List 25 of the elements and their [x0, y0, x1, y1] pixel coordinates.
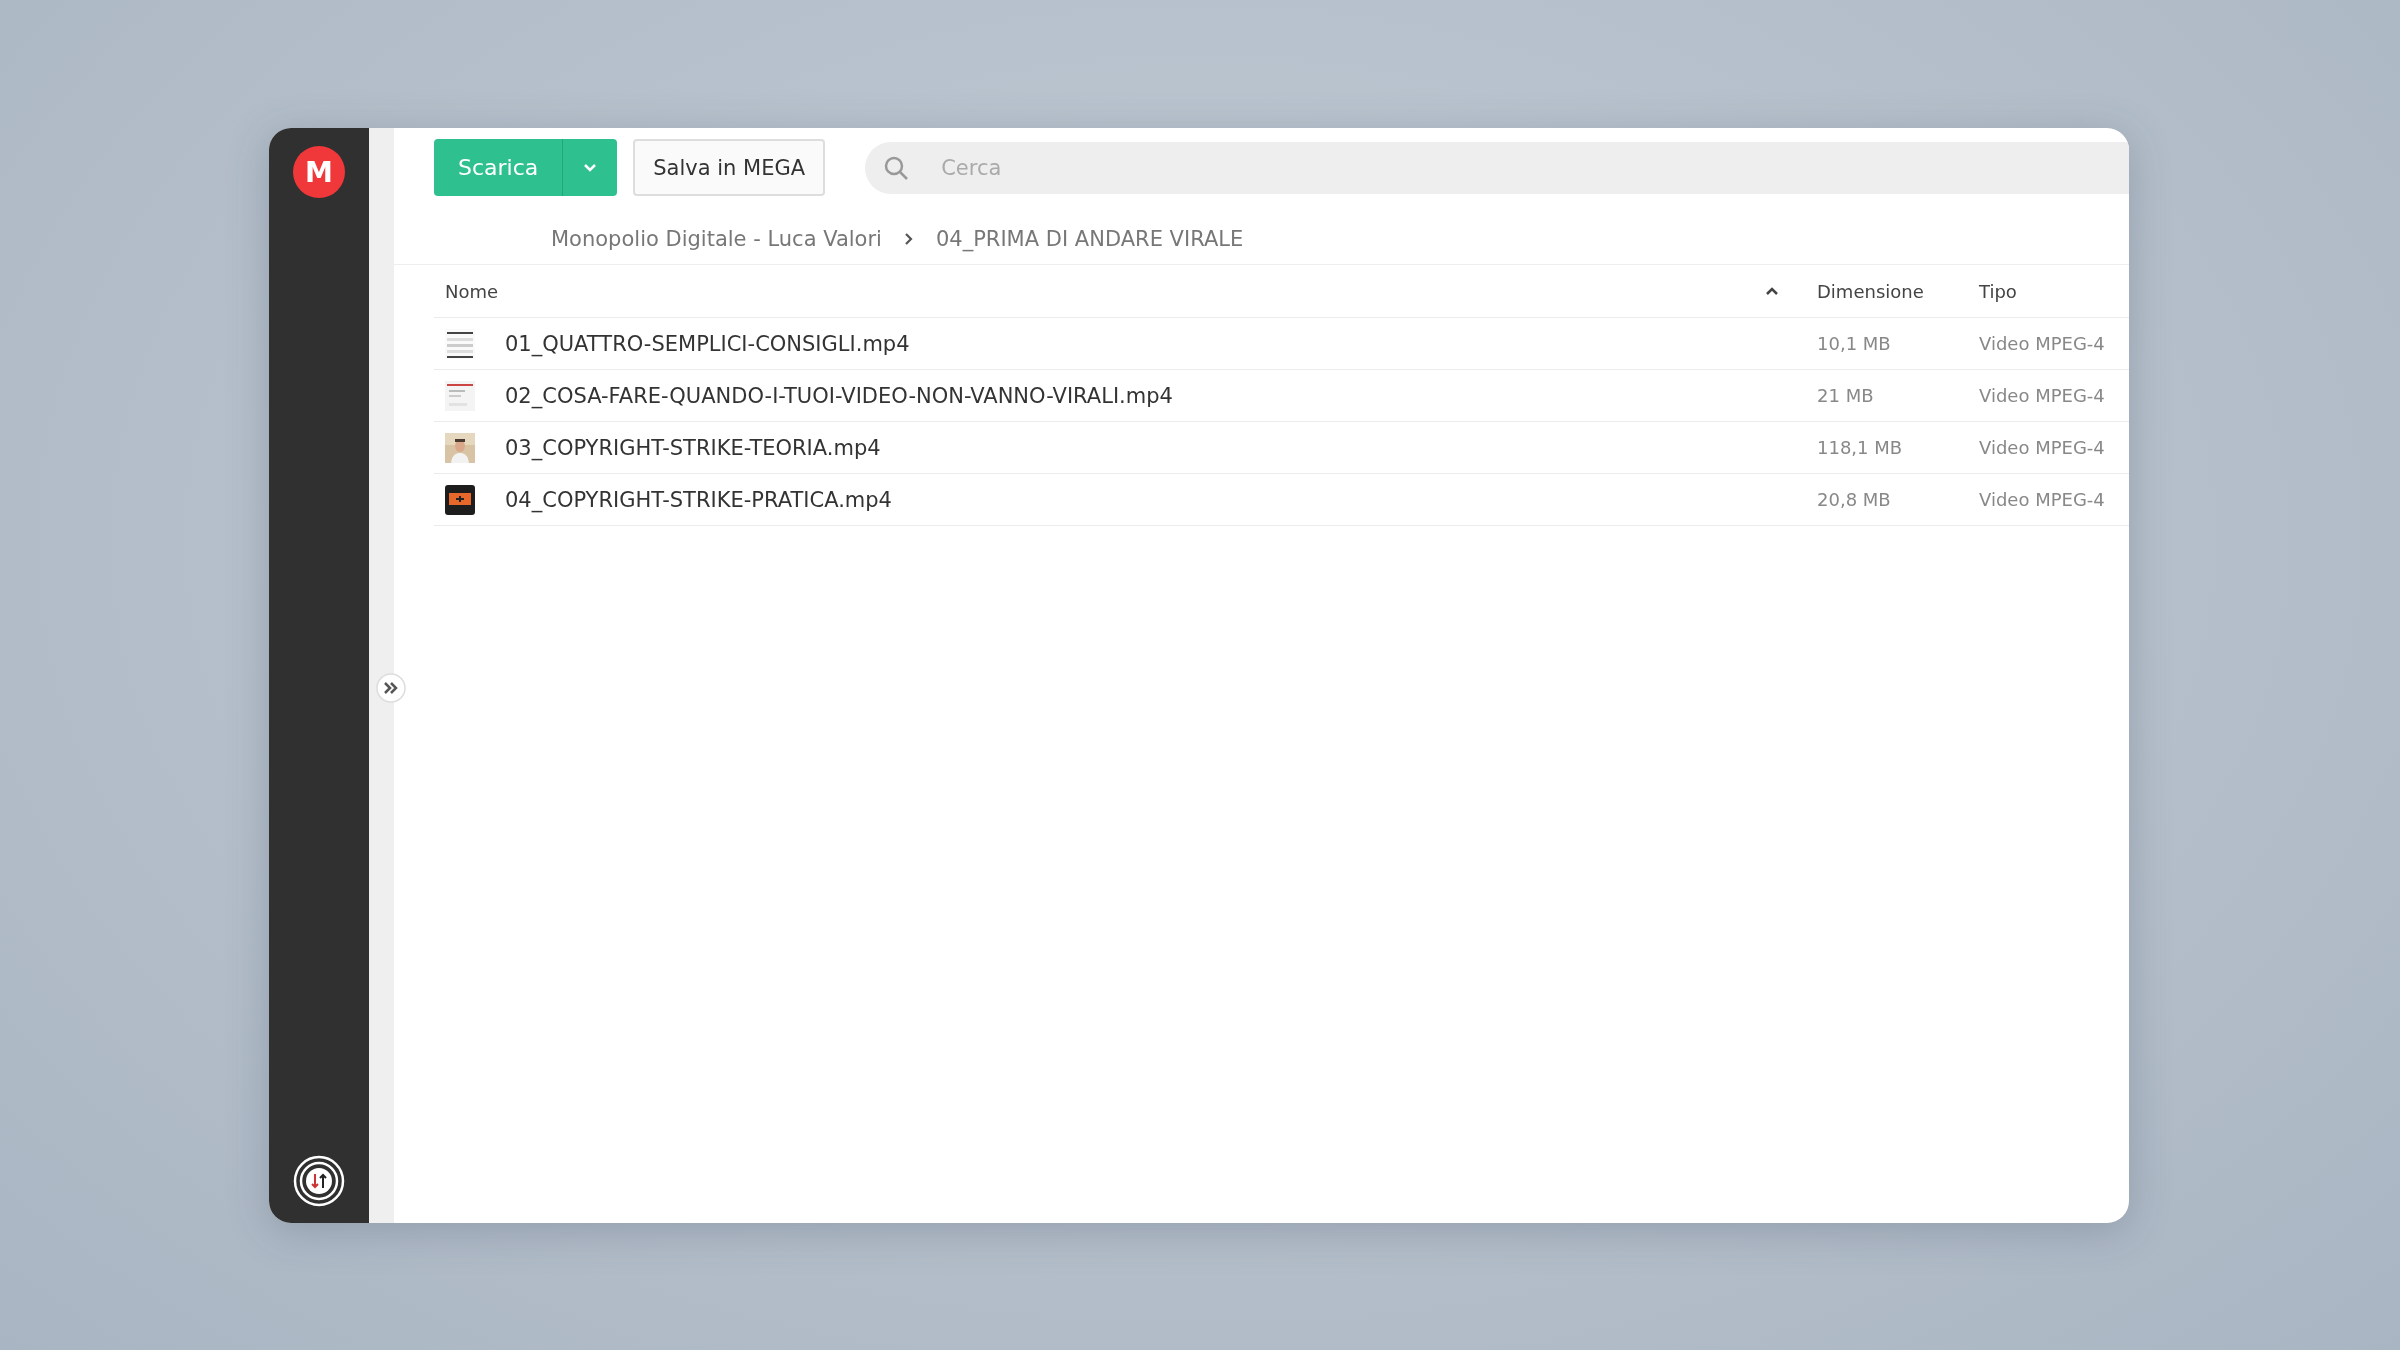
- file-size: 21 MB: [1817, 385, 1874, 406]
- transfer-icon[interactable]: [293, 1155, 345, 1207]
- file-name[interactable]: 03_COPYRIGHT-STRIKE-TEORIA.mp4: [505, 435, 881, 460]
- column-header[interactable]: Tipo: [1979, 280, 2017, 302]
- file-type: Video MPEG-4: [1979, 489, 2105, 510]
- sort-icon[interactable]: [1765, 286, 1779, 296]
- file-name[interactable]: 04_COPYRIGHT-STRIKE-PRATICA.mp4: [505, 487, 892, 512]
- save-button[interactable]: Salva in MEGA: [633, 139, 826, 196]
- column-header[interactable]: Dimensione: [1817, 280, 1924, 302]
- expand-icon[interactable]: [376, 673, 406, 703]
- file-size: 10,1 MB: [1817, 333, 1891, 354]
- file-name[interactable]: 02_COSA-FARE-QUANDO-I-TUOI-VIDEO-NON-VANNO-VIRALI.mp4: [505, 383, 1173, 408]
- column-header[interactable]: Nome: [445, 280, 499, 302]
- search-icon: [883, 154, 910, 181]
- file-type: Video MPEG-4: [1979, 333, 2105, 354]
- breadcrumb-link[interactable]: Monopolio Digitale - Luca Valori: [551, 227, 882, 251]
- chevron-icon: [903, 232, 914, 246]
- logo[interactable]: M: [293, 146, 345, 198]
- file-size: 118,1 MB: [1817, 437, 1903, 458]
- file-name[interactable]: 01_QUATTRO-SEMPLICI-CONSIGLI.mp4: [505, 331, 910, 356]
- search-field[interactable]: Cerca: [865, 141, 2129, 194]
- file-size: 20,8 MB: [1817, 489, 1891, 510]
- file-type: Video MPEG-4: [1979, 385, 2105, 406]
- breadcrumb-link[interactable]: 04_PRIMA DI ANDARE VIRALE: [935, 227, 1244, 251]
- file-type: Video MPEG-4: [1979, 437, 2105, 458]
